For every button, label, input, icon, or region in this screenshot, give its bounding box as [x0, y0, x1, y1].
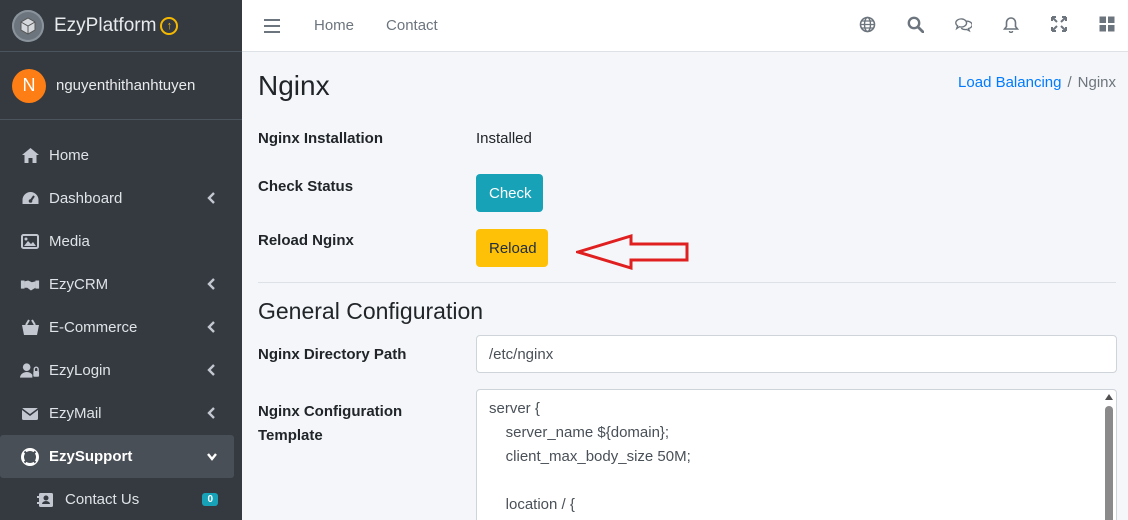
template-line: server { — [489, 400, 540, 417]
user-lock-icon — [20, 361, 40, 381]
comments-icon[interactable] — [954, 15, 972, 33]
sidebar-item-home[interactable]: Home — [0, 134, 234, 177]
sidebar-item-label: Home — [49, 147, 90, 164]
sidebar-item-label: Media — [49, 233, 90, 250]
top-link-contact[interactable]: Contact — [386, 17, 438, 34]
avatar: N — [12, 68, 46, 103]
gauge-icon — [20, 189, 40, 209]
chevron-left-icon — [207, 278, 215, 290]
sidebar-item-ezycrm[interactable]: EzyCRM — [0, 263, 234, 306]
count-badge: 0 — [202, 493, 218, 506]
template-label-line: Template — [258, 427, 323, 444]
template-line: location / { — [489, 496, 575, 513]
sidebar-item-ezymail[interactable]: EzyMail — [0, 392, 234, 435]
template-line: server_name ${domain}; — [489, 424, 670, 441]
reload-button[interactable]: Reload — [476, 229, 548, 267]
image-icon — [20, 232, 40, 252]
nginx-directory-path-input[interactable] — [476, 335, 1117, 373]
scroll-up-arrow-icon[interactable] — [1105, 394, 1113, 400]
home-icon — [20, 146, 40, 166]
brand-logo-icon — [12, 9, 44, 42]
search-icon[interactable] — [906, 15, 924, 33]
sidebar-item-label: E-Commerce — [49, 319, 138, 336]
template-label-line: Nginx Configuration — [258, 403, 403, 420]
user-panel[interactable]: N nguyenthithanhtuyen — [0, 52, 242, 120]
sidebar-item-label: EzySupport — [49, 448, 133, 465]
nginx-configuration-template-textarea[interactable]: server { server_name ${domain}; client_m… — [476, 389, 1117, 520]
annotation-arrow-icon — [576, 233, 689, 271]
nginx-directory-path-label: Nginx Directory Path — [258, 346, 407, 363]
chevron-left-icon — [207, 364, 215, 376]
sidebar-subitem-contact-us[interactable]: Contact Us 0 — [0, 478, 242, 520]
chevron-left-icon — [207, 407, 215, 419]
sidebar-item-label: Contact Us — [65, 491, 140, 508]
breadcrumb-current: Nginx — [1077, 74, 1116, 91]
sidebar-item-label: EzyMail — [49, 405, 102, 422]
hamburger-menu-icon[interactable] — [264, 18, 282, 34]
nginx-configuration-template-label: Nginx Configuration Template — [258, 400, 402, 448]
sidebar-item-label: Dashboard — [49, 190, 123, 207]
sidebar-item-ezysupport[interactable]: EzySupport — [0, 435, 234, 478]
breadcrumb: Load Balancing / Nginx — [958, 74, 1116, 91]
top-link-home[interactable]: Home — [314, 17, 354, 34]
expand-icon[interactable] — [1050, 15, 1068, 33]
main-content: Nginx Load Balancing / Nginx Nginx Install… — [242, 53, 1128, 520]
check-button[interactable]: Check — [476, 174, 543, 212]
grid-icon[interactable] — [1098, 15, 1116, 33]
address-card-icon — [36, 490, 56, 510]
section-divider — [258, 282, 1116, 283]
sidebar: EzyPlatform ↑ N nguyenthithanhtuyen Home… — [0, 0, 242, 520]
sidebar-item-label: EzyLogin — [49, 362, 111, 379]
check-status-label: Check Status — [258, 178, 354, 195]
upgrade-arrow-icon[interactable]: ↑ — [160, 16, 179, 35]
reload-nginx-label: Reload Nginx — [258, 232, 354, 249]
breadcrumb-separator: / — [1067, 74, 1072, 91]
top-icons — [858, 15, 1116, 33]
sidebar-item-label: EzyCRM — [49, 276, 109, 293]
bell-icon[interactable] — [1002, 15, 1020, 33]
scrollbar-thumb[interactable] — [1105, 406, 1113, 520]
user-name[interactable]: nguyenthithanhtuyen — [56, 77, 195, 94]
chevron-down-icon — [207, 453, 217, 461]
page-title: Nginx — [258, 70, 330, 101]
handshake-icon — [20, 275, 40, 295]
template-line: client_max_body_size 50M; — [489, 448, 691, 465]
envelope-icon — [20, 404, 40, 424]
breadcrumb-link-load-balancing[interactable]: Load Balancing — [958, 74, 1061, 91]
brand[interactable]: EzyPlatform ↑ — [0, 0, 242, 52]
chevron-left-icon — [207, 321, 215, 333]
brand-name: EzyPlatform — [54, 14, 157, 36]
sidebar-item-ezylogin[interactable]: EzyLogin — [0, 349, 234, 392]
chevron-left-icon — [207, 192, 215, 204]
sidebar-item-e-commerce[interactable]: E-Commerce — [0, 306, 234, 349]
lifebuoy-icon — [20, 447, 40, 467]
globe-icon[interactable] — [858, 15, 876, 33]
top-navbar: Home Contact — [242, 0, 1128, 52]
nginx-installation-label: Nginx Installation — [258, 130, 384, 147]
general-configuration-title: General Configuration — [258, 298, 484, 324]
sidebar-item-dashboard[interactable]: Dashboard — [0, 177, 234, 220]
nginx-installation-value: Installed — [476, 130, 532, 147]
basket-icon — [20, 318, 40, 338]
sidebar-nav: Home Dashboard Media EzyCRM E-Commerce E… — [0, 120, 242, 520]
sidebar-item-media[interactable]: Media — [0, 220, 234, 263]
